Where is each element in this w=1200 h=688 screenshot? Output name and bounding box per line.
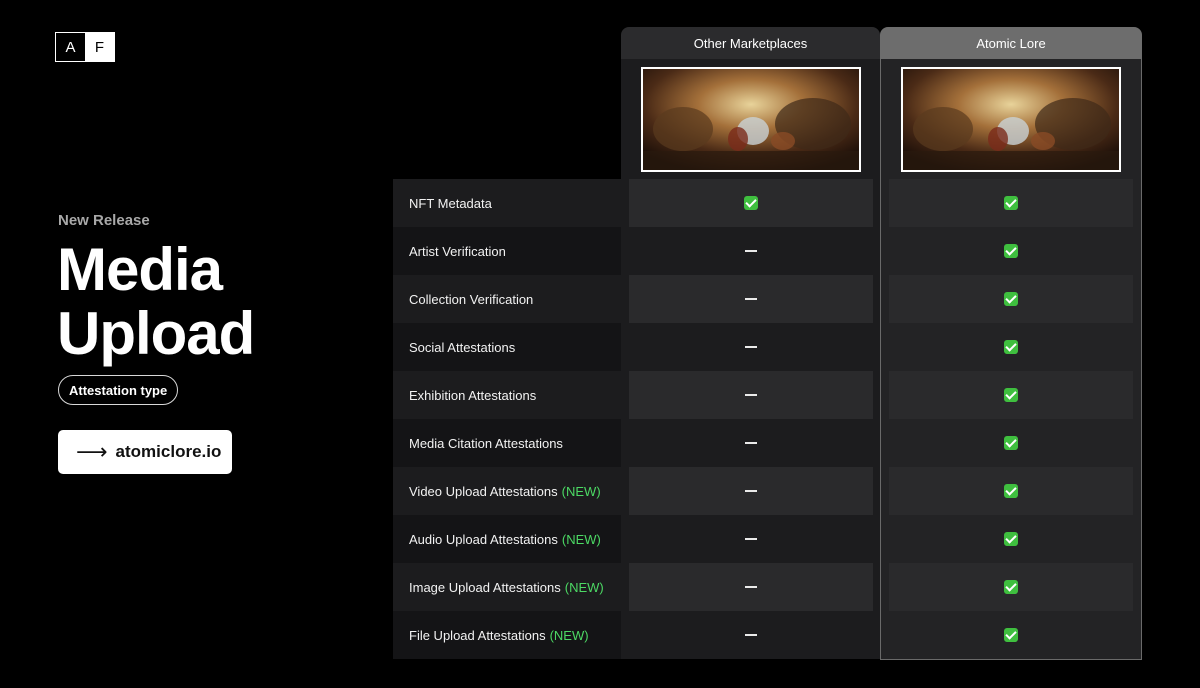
feature-label-column: NFT Metadata Artist Verification Collect… (393, 179, 621, 659)
value-cell (889, 227, 1133, 275)
logo-letter-a: A (56, 33, 85, 61)
feature-label: Artist Verification (409, 243, 506, 259)
value-cell (889, 371, 1133, 419)
new-badge: (NEW) (564, 579, 604, 595)
feature-label: Collection Verification (409, 291, 534, 307)
page-title: Media Upload (57, 238, 377, 366)
feature-label: File Upload Attestations (409, 627, 546, 643)
dash-icon (745, 250, 757, 252)
other-marketplaces-values (629, 179, 873, 659)
dash-icon (745, 442, 757, 444)
check-icon (1004, 292, 1018, 306)
value-cell (629, 179, 873, 227)
column-header-other-marketplaces: Other Marketplaces (621, 27, 880, 59)
title-line-1: Media (57, 236, 223, 303)
value-cell (629, 515, 873, 563)
value-cell (629, 227, 873, 275)
new-badge: (NEW) (561, 531, 601, 547)
value-cell (889, 563, 1133, 611)
feature-label: Exhibition Attestations (409, 387, 537, 403)
check-icon (1004, 532, 1018, 546)
release-subtitle: New Release (58, 212, 150, 229)
check-icon (1004, 340, 1018, 354)
feature-row: File Upload Attestations (NEW) (393, 611, 621, 659)
artwork-thumbnail-atomic (901, 67, 1121, 172)
dash-icon (745, 298, 757, 300)
feature-label: Social Attestations (409, 339, 516, 355)
check-icon (1004, 244, 1018, 258)
check-icon (1004, 436, 1018, 450)
check-icon (1004, 388, 1018, 402)
value-cell (629, 371, 873, 419)
feature-row: Audio Upload Attestations (NEW) (393, 515, 621, 563)
cta-label: atomiclore.io (115, 442, 222, 461)
value-cell (889, 515, 1133, 563)
dash-icon (745, 586, 757, 588)
dash-icon (745, 634, 757, 636)
atomiclore-link-button[interactable]: ⟶ atomiclore.io (58, 430, 232, 474)
check-icon (1004, 484, 1018, 498)
artwork-thumbnail-other (641, 67, 861, 172)
dash-icon (745, 394, 757, 396)
feature-label: NFT Metadata (409, 195, 492, 211)
column-header-atomic-lore: Atomic Lore (880, 27, 1142, 59)
value-cell (629, 323, 873, 371)
feature-row: Artist Verification (393, 227, 621, 275)
new-badge: (NEW) (549, 627, 589, 643)
dash-icon (745, 346, 757, 348)
value-cell (889, 419, 1133, 467)
value-cell (629, 563, 873, 611)
feature-row: Video Upload Attestations (NEW) (393, 467, 621, 515)
feature-row: Collection Verification (393, 275, 621, 323)
feature-row: Image Upload Attestations (NEW) (393, 563, 621, 611)
value-cell (889, 275, 1133, 323)
feature-label: Video Upload Attestations (409, 483, 558, 499)
value-cell (629, 419, 873, 467)
feature-label: Audio Upload Attestations (409, 531, 558, 547)
value-cell (889, 467, 1133, 515)
title-line-2: Upload (57, 300, 255, 367)
value-cell (629, 275, 873, 323)
value-cell (889, 179, 1133, 227)
check-icon (1004, 628, 1018, 642)
arrow-right-icon: ⟶ (76, 439, 108, 464)
value-cell (889, 323, 1133, 371)
dash-icon (745, 538, 757, 540)
feature-row: Exhibition Attestations (393, 371, 621, 419)
check-icon (744, 196, 758, 210)
feature-row: NFT Metadata (393, 179, 621, 227)
af-logo: A F (55, 32, 115, 62)
feature-label: Media Citation Attestations (409, 435, 563, 451)
attestation-type-pill: Attestation type (58, 375, 179, 405)
logo-letter-f: F (85, 33, 114, 61)
dash-icon (745, 490, 757, 492)
feature-row: Social Attestations (393, 323, 621, 371)
new-badge: (NEW) (561, 483, 601, 499)
value-cell (889, 611, 1133, 659)
check-icon (1004, 196, 1018, 210)
atomic-lore-values (889, 179, 1133, 659)
value-cell (629, 467, 873, 515)
feature-label: Image Upload Attestations (409, 579, 561, 595)
check-icon (1004, 580, 1018, 594)
feature-row: Media Citation Attestations (393, 419, 621, 467)
value-cell (629, 611, 873, 659)
